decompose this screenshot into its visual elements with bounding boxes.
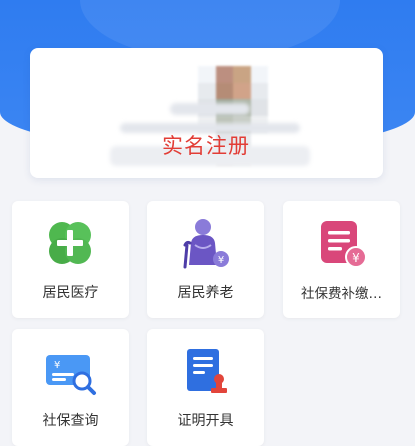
- svg-text:¥: ¥: [352, 251, 360, 265]
- service-tile-social-insurance-query[interactable]: ¥ 社保查询: [12, 329, 129, 446]
- service-label: 社保费补缴…: [301, 286, 382, 302]
- service-tile-social-insurance-payment[interactable]: ¥ 社保费补缴…: [283, 201, 400, 318]
- service-tile-pension[interactable]: ¥ 居民养老: [147, 201, 264, 318]
- service-label: 社保查询: [42, 413, 99, 429]
- bill-payment-icon: ¥: [313, 215, 369, 271]
- service-label: 居民医疗: [42, 285, 99, 301]
- svg-text:¥: ¥: [218, 255, 224, 266]
- card-search-icon: ¥: [42, 343, 98, 399]
- medical-cross-icon: [42, 215, 98, 271]
- elderly-person-icon: ¥: [177, 215, 233, 271]
- real-name-register-button[interactable]: 实名注册: [150, 130, 262, 162]
- service-label: 居民养老: [177, 285, 234, 301]
- service-tile-medical[interactable]: 居民医疗: [12, 201, 129, 318]
- masked-name: [170, 103, 250, 115]
- service-tile-certificate[interactable]: 证明开具: [147, 329, 264, 446]
- certificate-stamp-icon: [177, 343, 233, 399]
- svg-text:¥: ¥: [54, 360, 60, 371]
- service-label: 证明开具: [177, 413, 234, 429]
